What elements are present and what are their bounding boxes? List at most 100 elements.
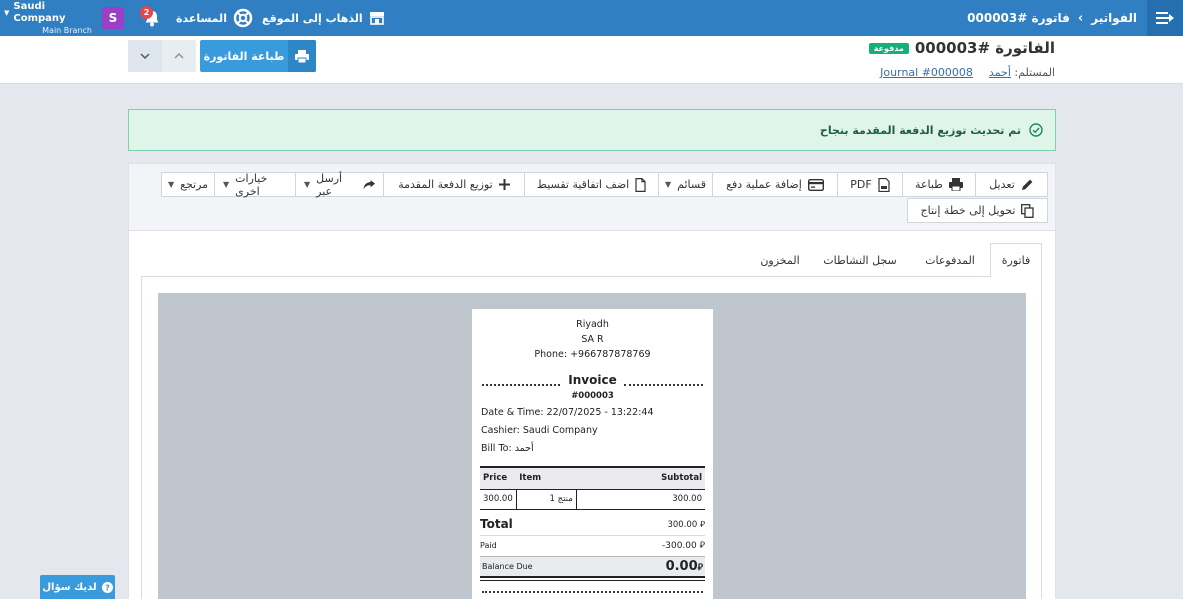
distribute-advance-button[interactable]: توزيع الدفعة المقدمة [383,172,525,197]
alert-message: تم تحديث توزيع الدفعة المقدمة بنجاح [819,123,1021,137]
page-header: مدفوعة الفاتورة #000003 Journal #000008 … [0,36,1183,84]
breadcrumb: فاتورة #000003 ‹ الفواتير [967,0,1137,36]
add-installment-label: اضف اتفاقية تقسيط [536,178,630,191]
avatar[interactable]: S [102,7,124,29]
share-icon [362,179,375,189]
status-badge: مدفوعة [868,42,909,54]
convert-production-button[interactable]: تحويل إلى خطة إنتاج [907,198,1048,223]
total-label: Total [480,517,513,531]
storefront-icon [369,12,384,25]
credit-card-icon [807,178,824,191]
column-item: Item [516,466,577,490]
print-invoice-label: طباعة الفاتورة [203,49,285,63]
balance-due-row: Balance Due 0.00⃁ [480,556,705,578]
dotted-divider [482,591,703,595]
distribute-advance-label: توزيع الدفعة المقدمة [398,178,493,191]
caret-down-icon: ▼ [167,180,175,189]
row-price: 300.00 [480,489,517,510]
chevron-left-icon: ‹ [1077,10,1084,26]
svg-text:?: ? [105,583,110,592]
chevron-down-icon [140,53,150,59]
refund-dropdown[interactable]: ▼ مرتجع [161,172,215,197]
pdf-label: PDF [850,178,872,191]
convert-production-label: تحويل إلى خطة إنتاج [920,204,1016,217]
add-payment-button[interactable]: إضافة عملية دفع [712,172,838,197]
column-price: Price [480,466,517,490]
more-options-dropdown[interactable]: ▼ خيارات اخرى [214,171,296,198]
tab-activity-log[interactable]: سجل النشاطات [810,243,910,278]
riyal-currency-icon: ⃁ [699,519,705,530]
next-record-button[interactable] [128,40,162,72]
add-installment-button[interactable]: اضف اتفاقية تقسيط [524,172,659,197]
help-label: المساعدة [176,11,227,25]
go-to-site-link[interactable]: الذهاب إلى الموقع [262,0,385,36]
balance-value: 0.00 [665,559,698,574]
check-circle-icon [1029,123,1043,137]
copy-icon [1021,203,1035,218]
receipt-heading: Invoice [568,373,617,387]
send-via-label: أرسل عبر [316,171,343,198]
tab-inventory[interactable]: المخزون [750,243,810,278]
breadcrumb-current: فاتورة #000003 [967,11,1070,25]
more-options-label: خيارات اخرى [235,171,268,198]
previous-record-button[interactable] [162,40,196,72]
top-navbar: فاتورة #000003 ‹ الفواتير ▼ Saudi Company… [0,0,1183,36]
paid-row: Paid -300.00 ⃁ [480,537,705,553]
pdf-file-icon [878,177,890,192]
refund-label: مرتجع [180,178,209,191]
lists-dropdown[interactable]: ▼ قسائم [658,172,713,197]
notifications-button[interactable]: 2 [140,0,164,36]
receipt: Riyadh SA R Phone: +966787878769 Invoice… [472,309,713,599]
table-row: 300.00 منتج 1 300.00 [480,489,705,510]
recipient-label: المستلم: [1014,66,1055,79]
ask-question-button[interactable]: لديك سؤال ? [40,575,115,599]
company-switcher[interactable]: ▼ Saudi Company Main Branch [4,0,92,36]
riyal-currency-icon: ⃁ [697,563,703,573]
receipt-country: SA R [581,334,604,345]
help-link[interactable]: المساعدة [176,0,253,36]
receipt-number: #000003 [571,391,614,401]
invoice-title: الفاتورة #000003 [914,39,1055,57]
document-icon [635,177,646,192]
lifebuoy-icon [233,8,253,28]
row-subtotal: 300.00 [576,489,705,510]
edit-button[interactable]: تعديل [975,172,1048,197]
invoice-preview[interactable]: Riyadh SA R Phone: +966787878769 Invoice… [158,293,1026,599]
row-item: منتج 1 [516,489,577,510]
menu-toggle-button[interactable] [1147,0,1183,36]
total-row: Total 300.00 ⃁ [480,515,705,533]
print-invoice-button[interactable]: طباعة الفاتورة [200,40,316,72]
preview-frame: Riyadh SA R Phone: +966787878769 Invoice… [141,277,1042,599]
chevron-up-icon [174,53,184,59]
send-via-dropdown[interactable]: ▼ أرسل عبر [295,171,384,198]
caret-down-icon: ▼ [304,180,311,189]
receipt-cashier: Cashier: Saudi Company [481,425,598,436]
printer-icon [288,40,316,72]
notification-count-badge: 2 [140,6,153,19]
company-name: Saudi Company [13,0,66,24]
recipient-link[interactable]: أحمد [989,66,1011,79]
go-to-site-label: الذهاب إلى الموقع [262,11,363,25]
balance-label: Balance Due [482,562,533,571]
ask-question-label: لديك سؤال [42,581,97,593]
page-title: مدفوعة الفاتورة #000003 [868,39,1055,57]
paid-label: Paid [480,540,497,550]
receipt-datetime: Date & Time: 22/07/2025 - 13:22:44 [481,407,654,418]
menu-toggle-icon [1156,12,1174,24]
total-value: 300.00 [667,519,698,530]
add-payment-label: إضافة عملية دفع [726,178,802,191]
edit-label: تعديل [989,178,1015,191]
tab-payments[interactable]: المدفوعات [910,243,990,278]
tab-invoice[interactable]: فاتورة [990,243,1042,278]
column-subtotal: Subtotal [576,466,705,490]
actions-toolbar: تعديل طباعة PDF إضافة عملية دفع ▼ قسائم … [128,163,1056,231]
success-alert: تم تحديث توزيع الدفعة المقدمة بنجاح [128,109,1056,151]
print-button[interactable]: طباعة [902,172,976,197]
breadcrumb-parent-link[interactable]: الفواتير [1091,11,1137,25]
branch-name: Main Branch [42,25,92,35]
journal-link[interactable]: Journal #000008 [880,66,973,79]
riyal-currency-icon: ⃁ [699,540,705,551]
pdf-button[interactable]: PDF [837,172,903,197]
receipt-items-table: Price Item Subtotal 300.00 منتج 1 300.00 [480,466,705,510]
recipient: المستلم: أحمد [989,66,1055,79]
